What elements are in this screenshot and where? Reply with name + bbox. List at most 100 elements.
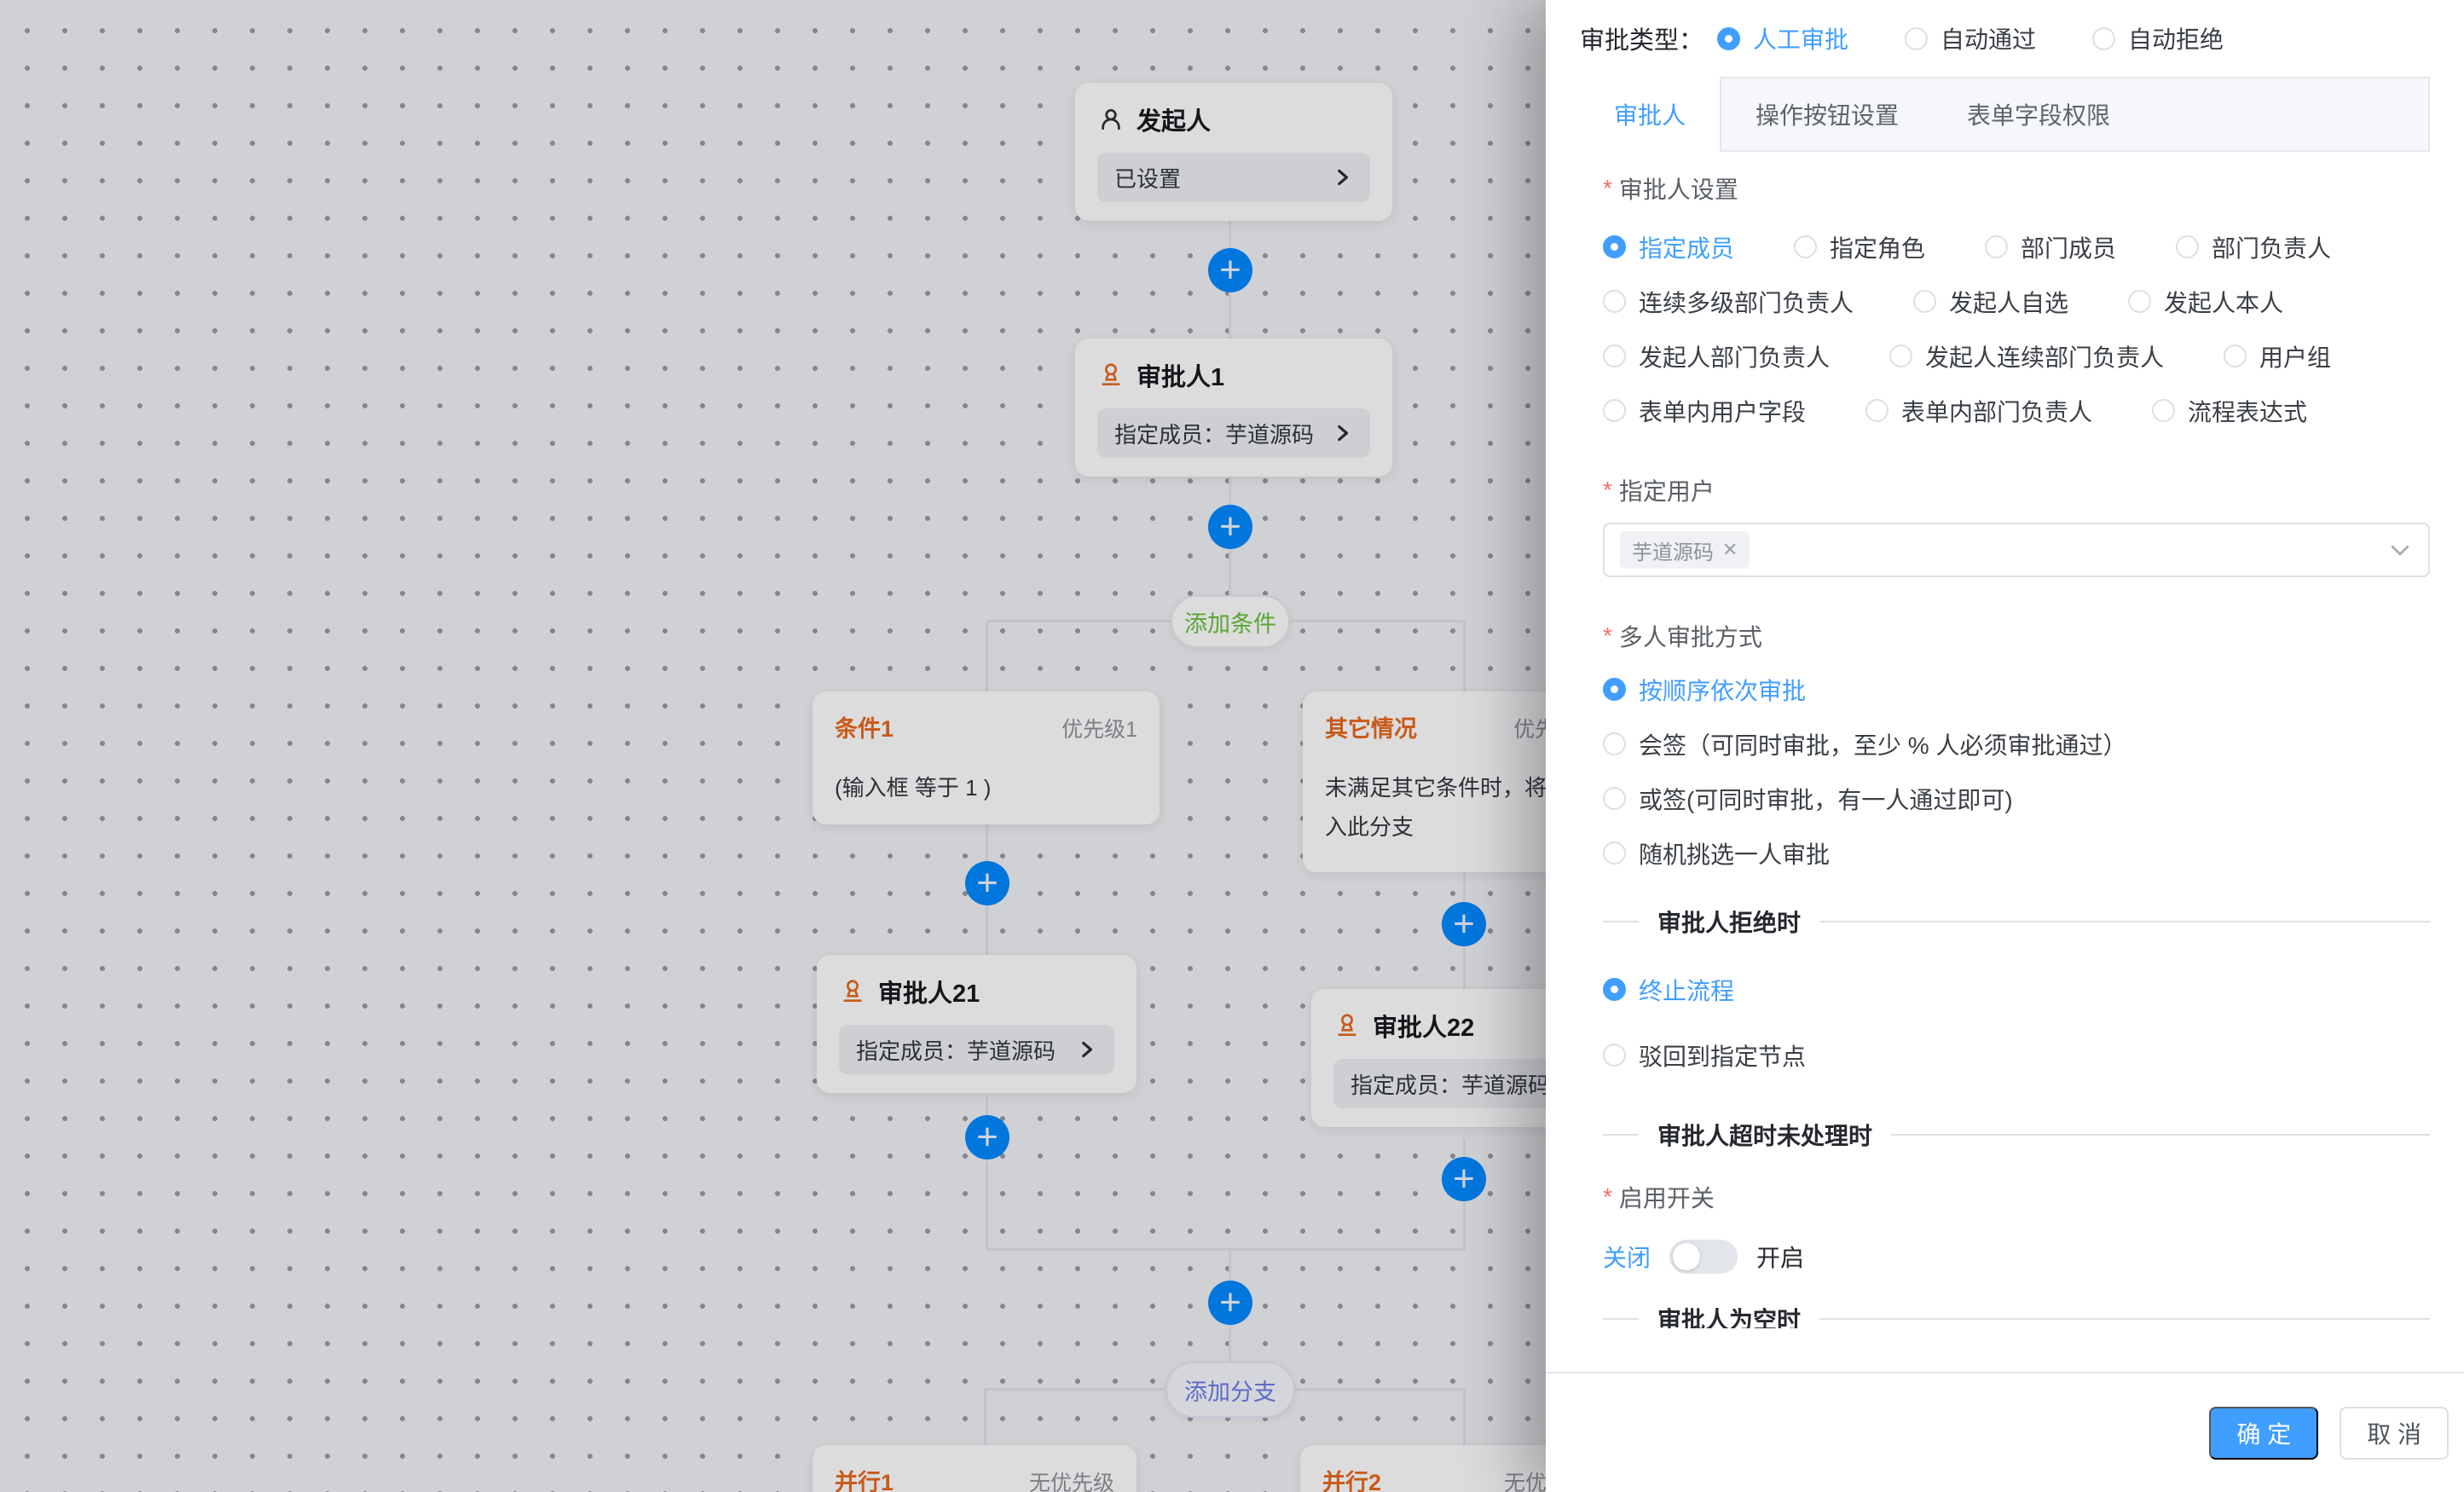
radio-return-to-node[interactable]: 驳回到指定节点 bbox=[1603, 1038, 1806, 1073]
multi-mode-label: * 多人审批方式 bbox=[1603, 622, 2430, 650]
radio-icon bbox=[1603, 678, 1626, 701]
radio-label: 按顺序依次审批 bbox=[1639, 673, 1806, 707]
radio-icon bbox=[1603, 1044, 1626, 1067]
label-text: 审批人设置 bbox=[1619, 171, 1738, 205]
reject-opt1: 终止流程 bbox=[1603, 975, 2430, 1003]
radio-icon bbox=[1603, 235, 1626, 258]
radio-process-expression[interactable]: 流程表达式 bbox=[2152, 394, 2307, 428]
confirm-button[interactable]: 确 定 bbox=[2209, 1407, 2318, 1460]
enable-toggle[interactable] bbox=[1669, 1240, 1738, 1274]
radio-icon bbox=[1603, 978, 1626, 1001]
approver-setting-row2: 连续多级部门负责人 发起人自选 发起人本人 bbox=[1603, 287, 2430, 315]
radio-dept-leader[interactable]: 部门负责人 bbox=[2176, 230, 2331, 264]
approval-type-row: 审批类型： 人工审批 自动通过 自动拒绝 bbox=[1546, 0, 2464, 77]
reject-opt2: 驳回到指定节点 bbox=[1603, 1041, 2430, 1069]
approver-settings-drawer: 审批类型： 人工审批 自动通过 自动拒绝 审批人 操作按钮设置 bbox=[1546, 0, 2464, 1492]
radio-label: 发起人本人 bbox=[2164, 285, 2283, 319]
radio-assigned-member[interactable]: 指定成员 bbox=[1603, 230, 1734, 264]
radio-label: 表单内用户字段 bbox=[1639, 394, 1806, 428]
tag-close-icon[interactable]: ✕ bbox=[1722, 539, 1738, 561]
radio-auto-reject[interactable]: 自动拒绝 bbox=[2092, 21, 2224, 55]
radio-label: 终止流程 bbox=[1639, 973, 1734, 1007]
divider-line bbox=[1819, 1318, 2430, 1320]
timeout-section-divider: 审批人超时未处理时 bbox=[1603, 1120, 2430, 1148]
radio-form-dept-leader[interactable]: 表单内部门负责人 bbox=[1865, 394, 2092, 428]
divider-line bbox=[1603, 1134, 1639, 1136]
radio-icon bbox=[1603, 344, 1626, 367]
radio-label: 自动拒绝 bbox=[2128, 21, 2224, 55]
label-text: 多人审批方式 bbox=[1619, 619, 1762, 653]
assign-user-label: * 指定用户 bbox=[1603, 476, 2430, 504]
workflow-designer-screen: 发起人 已设置 + 审批人1 指定成员：芋道源码 bbox=[0, 0, 2464, 1492]
divider-line bbox=[1603, 1318, 1639, 1320]
divider-line bbox=[1819, 921, 2430, 922]
radio-label: 随机挑选一人审批 bbox=[1639, 836, 1830, 870]
assign-user-select[interactable]: 芋道源码 ✕ bbox=[1603, 523, 2430, 577]
radio-icon bbox=[1889, 344, 1912, 367]
divider-title: 审批人为空时 bbox=[1657, 1302, 1801, 1329]
radio-label: 驳回到指定节点 bbox=[1639, 1038, 1806, 1073]
divider-line bbox=[1603, 921, 1639, 922]
radio-initiator-multi-dept-leader[interactable]: 发起人连续部门负责人 bbox=[1889, 339, 2164, 373]
radio-sequential[interactable]: 按顺序依次审批 bbox=[1603, 673, 1806, 707]
radio-manual-approval[interactable]: 人工审批 bbox=[1717, 21, 1848, 55]
radio-icon bbox=[1794, 235, 1817, 258]
divider-line bbox=[1891, 1134, 2430, 1136]
radio-terminate-process[interactable]: 终止流程 bbox=[1603, 973, 1734, 1007]
switch-on-label: 开启 bbox=[1756, 1240, 1804, 1274]
radio-initiator-self[interactable]: 发起人本人 bbox=[2128, 285, 2283, 319]
radio-icon bbox=[1717, 27, 1740, 50]
approver-setting-row3: 发起人部门负责人 发起人连续部门负责人 用户组 bbox=[1603, 342, 2430, 370]
radio-label: 指定角色 bbox=[1830, 230, 1925, 264]
radio-label: 部门负责人 bbox=[2212, 230, 2331, 264]
radio-label: 表单内部门负责人 bbox=[1901, 394, 2092, 428]
approver-setting-row1: 指定成员 指定角色 部门成员 部门负责人 bbox=[1603, 233, 2430, 261]
enable-switch-label: * 启用开关 bbox=[1603, 1183, 2430, 1211]
required-asterisk: * bbox=[1603, 477, 1612, 504]
required-asterisk: * bbox=[1603, 1183, 1612, 1211]
radio-assigned-role[interactable]: 指定角色 bbox=[1794, 230, 1925, 264]
radio-icon bbox=[1603, 290, 1626, 313]
tab-label: 表单字段权限 bbox=[1967, 97, 2110, 131]
radio-orsign[interactable]: 或签(可同时审批，有一人通过即可) bbox=[1603, 782, 2013, 816]
radio-icon bbox=[2092, 27, 2115, 50]
label-text: 指定用户 bbox=[1619, 473, 1715, 507]
radio-icon bbox=[2224, 344, 2247, 367]
radio-initiator-dept-leader[interactable]: 发起人部门负责人 bbox=[1603, 339, 1830, 373]
required-asterisk: * bbox=[1603, 175, 1612, 202]
radio-icon bbox=[1603, 399, 1626, 422]
radio-form-user-field[interactable]: 表单内用户字段 bbox=[1603, 394, 1806, 428]
radio-label: 发起人连续部门负责人 bbox=[1925, 339, 2164, 373]
radio-countersign[interactable]: 会签（可同时审批，至少 % 人必须审批通过） bbox=[1603, 727, 2126, 761]
approval-type-label: 审批类型： bbox=[1580, 20, 1703, 56]
radio-multi-level-dept-leader[interactable]: 连续多级部门负责人 bbox=[1603, 285, 1854, 319]
tab-form-field-permission[interactable]: 表单字段权限 bbox=[1933, 78, 2144, 150]
radio-auto-approve[interactable]: 自动通过 bbox=[1905, 21, 2036, 55]
radio-icon bbox=[1865, 399, 1888, 422]
radio-label: 发起人自选 bbox=[1949, 285, 2068, 319]
tab-action-buttons[interactable]: 操作按钮设置 bbox=[1721, 78, 1933, 150]
settings-tabbar: 审批人 操作按钮设置 表单字段权限 bbox=[1580, 77, 2430, 152]
tab-label: 操作按钮设置 bbox=[1755, 97, 1899, 131]
radio-label: 连续多级部门负责人 bbox=[1639, 285, 1854, 319]
drawer-footer: 确 定 取 消 bbox=[1546, 1372, 2464, 1492]
radio-icon bbox=[1905, 27, 1928, 50]
radio-icon bbox=[1603, 841, 1626, 865]
radio-label: 人工审批 bbox=[1753, 21, 1848, 55]
radio-random-one[interactable]: 随机挑选一人审批 bbox=[1603, 836, 1830, 870]
chevron-down-icon bbox=[2387, 537, 2413, 563]
user-tag: 芋道源码 ✕ bbox=[1620, 531, 1750, 569]
radio-user-group[interactable]: 用户组 bbox=[2224, 339, 2331, 373]
cancel-button[interactable]: 取 消 bbox=[2340, 1407, 2449, 1460]
multi-mode-opt3: 或签(可同时审批，有一人通过即可) bbox=[1603, 784, 2430, 813]
radio-dept-member[interactable]: 部门成员 bbox=[1985, 230, 2116, 264]
tab-approver[interactable]: 审批人 bbox=[1580, 77, 1721, 152]
radio-icon bbox=[2128, 290, 2151, 313]
divider-title: 审批人拒绝时 bbox=[1657, 905, 1801, 939]
settings-scroll-area[interactable]: * 审批人设置 指定成员 指定角色 部门成员 部门负责人 bbox=[1546, 152, 2464, 1328]
multi-mode-opt4: 随机挑选一人审批 bbox=[1603, 839, 2430, 867]
radio-initiator-choose[interactable]: 发起人自选 bbox=[1913, 285, 2068, 319]
multi-mode-opt2: 会签（可同时审批，至少 % 人必须审批通过） bbox=[1603, 730, 2430, 758]
radio-label: 流程表达式 bbox=[2188, 394, 2307, 428]
empty-section-divider: 审批人为空时 bbox=[1603, 1304, 2430, 1328]
